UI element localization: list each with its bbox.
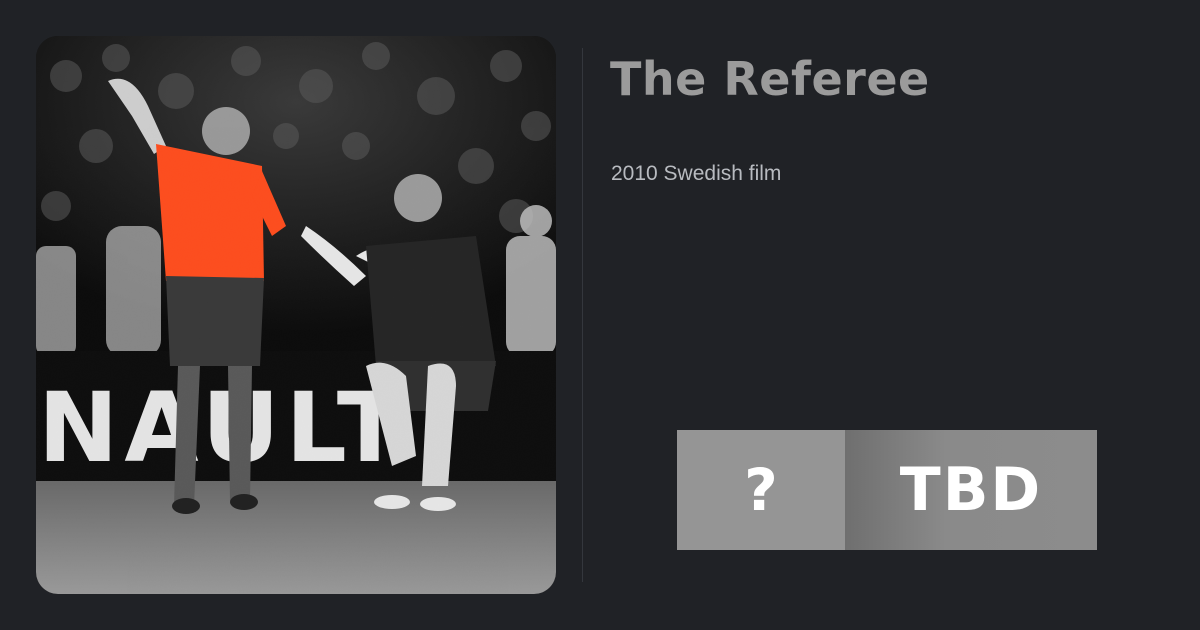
score-badge: ? TBD (677, 430, 1097, 550)
film-subtitle: 2010 Swedish film (611, 162, 782, 185)
film-title: The Referee (610, 52, 930, 106)
vertical-divider (582, 48, 583, 582)
score-label: TBD (845, 430, 1097, 550)
film-card: NAULT The Referee 2010 Swedish film ? TB… (0, 0, 1200, 630)
poster-image: NAULT (36, 36, 556, 594)
score-symbol: ? (677, 430, 845, 550)
film-still-illustration: NAULT (36, 36, 556, 594)
